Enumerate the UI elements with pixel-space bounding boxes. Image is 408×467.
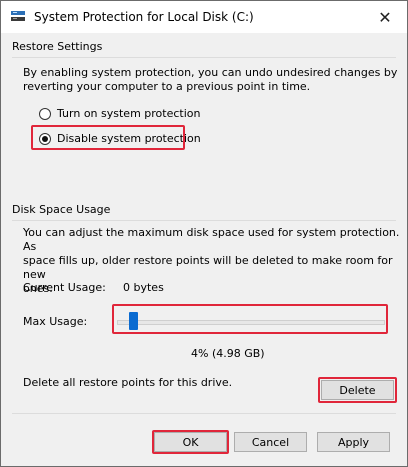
disk-space-divider	[12, 220, 396, 221]
highlight-ok-button	[152, 430, 229, 454]
highlight-max-usage-slider	[112, 304, 388, 334]
highlight-disable-option	[31, 125, 185, 150]
disk-space-heading: Disk Space Usage	[12, 203, 111, 216]
computer-icon	[11, 11, 25, 21]
delete-description: Delete all restore points for this drive…	[23, 376, 233, 389]
close-button[interactable]: ✕	[363, 1, 407, 33]
restore-description-line2: reverting your computer to a previous po…	[23, 80, 311, 93]
system-protection-dialog: System Protection for Local Disk (C:) ✕ …	[0, 0, 408, 467]
restore-settings-divider	[12, 57, 396, 58]
radio-indicator[interactable]	[39, 107, 51, 120]
current-usage-value: 0 bytes	[123, 281, 164, 294]
close-icon: ✕	[378, 7, 392, 27]
disk-description-line1: You can adjust the maximum disk space us…	[23, 226, 400, 253]
footer-divider	[12, 413, 396, 414]
max-usage-readout: 4% (4.98 GB)	[191, 347, 265, 360]
window-title: System Protection for Local Disk (C:)	[34, 10, 254, 24]
cancel-button[interactable]: Cancel	[234, 432, 307, 452]
restore-settings-heading: Restore Settings	[12, 40, 103, 53]
highlight-delete-button	[318, 377, 397, 403]
restore-description-line1: By enabling system protection, you can u…	[23, 66, 398, 79]
radio-label-turn-on: Turn on system protection	[57, 107, 201, 120]
apply-button[interactable]: Apply	[317, 432, 390, 452]
radio-turn-on-protection[interactable]: Turn on system protection	[39, 107, 200, 120]
disk-description-line2: space fills up, older restore points wil…	[23, 254, 393, 281]
restore-settings-description: By enabling system protection, you can u…	[23, 66, 397, 94]
current-usage-label: Current Usage:	[23, 281, 106, 294]
title-bar: System Protection for Local Disk (C:) ✕	[1, 1, 407, 33]
max-usage-label: Max Usage:	[23, 315, 88, 328]
